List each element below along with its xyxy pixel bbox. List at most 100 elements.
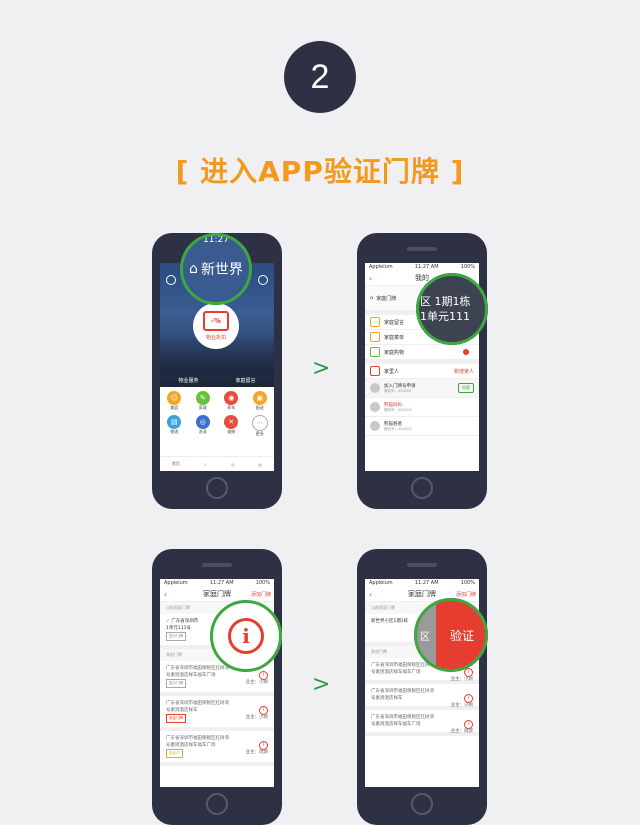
plate-tag: 显示门牌 [166, 679, 186, 688]
house-plate-label: 家庭门牌 [376, 295, 397, 302]
member-request[interactable]: 加入门牌号申请 赛验号：400003 同意 [365, 379, 479, 398]
info-icon[interactable]: i [464, 720, 473, 729]
current-address: 广东省深圳市 [171, 619, 199, 624]
avatar [370, 402, 380, 412]
back-icon[interactable]: ‹ [369, 274, 372, 283]
add-plate-button[interactable]: 添加门牌 [456, 591, 476, 598]
plate-address: 广东省深圳市福田保税区红树湾 [166, 736, 229, 741]
menu-icon [370, 332, 380, 342]
plate-address: 广东省深圳市福田保税区红树湾 [371, 663, 434, 668]
tab-profile-icon[interactable]: ▤ [258, 462, 262, 467]
tab-chef-icon[interactable]: ♨ [204, 462, 208, 467]
service-label: 洗涤 [198, 429, 207, 434]
info-icon[interactable]: i [464, 668, 473, 677]
service-label: 配送 [255, 405, 264, 410]
service-delivery[interactable]: ▣ 配送 [246, 391, 275, 411]
plate-owner: 业主：周颜 [450, 729, 474, 734]
phone-home-button [206, 477, 228, 499]
battery: 100% [255, 580, 270, 586]
plate-address: 广东省深圳市福田保税区红树湾 [371, 715, 434, 720]
member-id: 赛验号：400023 [384, 407, 412, 412]
phone-speaker [407, 563, 437, 567]
phone-speaker [407, 247, 437, 251]
service-label: 养车 [227, 405, 236, 410]
service-logistics[interactable]: ▤ 物流 [160, 415, 189, 437]
service-laundry[interactable]: ◎ 洗涤 [189, 415, 218, 437]
service-label: 维修 [227, 429, 236, 434]
repair-icon: ✕ [224, 415, 239, 429]
property-discount-button[interactable]: -% 物业折扣 [193, 303, 239, 349]
plate-address-detail: 号素则酒店样车福车广场 [166, 743, 216, 748]
member-id: 赛验号：400003 [384, 388, 412, 393]
info-icon[interactable]: i [259, 671, 268, 680]
delivery-icon: ▣ [252, 391, 267, 405]
service-car-care[interactable]: ◉ 养车 [217, 391, 246, 411]
notification-badge [463, 349, 469, 355]
next-arrow-icon: > [312, 672, 331, 697]
location-icon[interactable] [258, 275, 268, 285]
plate-address-detail: 号素则酒店样车福车广场 [371, 670, 421, 675]
carrier: Applelum [369, 264, 393, 270]
service-label: 美容 [170, 405, 179, 410]
service-label: 更多 [255, 431, 264, 436]
status-time: 11:27 AM [414, 264, 439, 270]
step-number: 2 [310, 57, 330, 96]
plate-address: 广东省深圳市福田保税区红树湾 [166, 666, 229, 671]
phone-home-button [411, 477, 433, 499]
logistics-icon: ▤ [167, 415, 182, 429]
phone-profile-screen: Applelum 11:27 AM 100% ‹ 我的 ⌂ 家庭门牌 家庭留言 家庭菜单… [357, 233, 487, 509]
plate-address-detail: 号素则酒店样车福车广场 [371, 722, 421, 727]
plate-card[interactable]: 广东省深圳市福田保税区红树湾 号素则酒店样车 业主：小刚 i [365, 684, 479, 710]
service-repair[interactable]: ✕ 维修 [217, 415, 246, 437]
property-service-link[interactable]: 物业服务 [178, 377, 198, 384]
beauty-icon: ☺ [167, 391, 182, 405]
service-more[interactable]: ⋯ 更多 [246, 415, 275, 437]
family-message-link[interactable]: 家庭留言 [235, 377, 255, 384]
info-icon[interactable]: i [259, 706, 268, 715]
phone-house-plate-list: Applelum 11:27 AM 100% ‹ 家庭门牌 添加门牌 当前家庭门牌 ✓ … [152, 549, 282, 825]
member-row[interactable]: 熊猫妈妈 赛验号：400023 [365, 398, 479, 417]
plate-tag: 验证中 [166, 749, 183, 758]
back-icon[interactable]: ‹ [164, 590, 167, 599]
check-icon: ✓ [166, 619, 170, 624]
service-grid: ☺ 美容 ✎ 家政 ◉ 养车 ▣ 配送 ▤ 物流 ◎ 洗涤 ✕ 维修 ⋯ 更多 [160, 391, 274, 437]
info-icon[interactable]: i [464, 694, 473, 703]
plate-card[interactable]: 广东省深圳市福田保税区红树湾 号素则酒店样车 验证门牌 业主：小刚 i [160, 696, 274, 731]
plate-card[interactable]: 广东省深圳市福田保税区红树湾 号素则酒店样车福车广场业主：周颜 i [365, 710, 479, 736]
message-icon [370, 317, 380, 327]
plate-owner: 业主：小刚 [245, 680, 269, 685]
user-avatar-icon[interactable] [166, 275, 176, 285]
phone-verify-plate: Applelum 11:27 AM 100% ‹ 家庭门牌 添加门牌 当前家庭门牌 新世… [357, 549, 487, 825]
member-row[interactable]: 熊猫爸爸 赛验号：400023 [365, 417, 479, 436]
status-time: 11:27 AM [209, 580, 234, 586]
home-icon: ⌂ [370, 295, 374, 301]
info-icon[interactable]: i [259, 741, 268, 750]
plate-owner: 业主：周颜 [245, 750, 269, 755]
status-time: 11:27 AM [414, 580, 439, 586]
menu-label: 家庭留言 [384, 319, 405, 326]
page-title: [ 进入APP验证门牌 ] [175, 155, 465, 188]
plate-card[interactable]: 广东省深圳市福田保税区红树湾 号素则酒店样车福车广场 验证中 业主：周颜 i [160, 731, 274, 766]
member-name: 加入门牌号申请 [384, 383, 416, 389]
plate-address: 广东省深圳市福田保税区红树湾 [166, 701, 229, 706]
service-beauty[interactable]: ☺ 美容 [160, 391, 189, 411]
service-housekeeping[interactable]: ✎ 家政 [189, 391, 218, 411]
next-arrow-icon: > [312, 356, 331, 381]
phone-speaker [202, 563, 232, 567]
nav-title: 家庭门牌 [408, 590, 436, 598]
laundry-icon: ◎ [195, 415, 210, 429]
add-plate-button[interactable]: 添加门牌 [251, 591, 271, 598]
agree-button[interactable]: 同意 [458, 383, 474, 393]
back-icon[interactable]: ‹ [369, 590, 372, 599]
plate-address-detail: 号素则酒店样车 [166, 708, 198, 713]
avatar [370, 383, 380, 393]
plate-tag: 显示门牌 [166, 632, 186, 641]
menu-family-shopping[interactable]: 家庭购物 [365, 345, 479, 360]
service-label: 家政 [198, 405, 207, 410]
menu-label: 家庭购物 [384, 349, 405, 356]
highlight-ring [210, 600, 282, 672]
tab-discover-icon[interactable]: ◎ [231, 462, 235, 467]
status-bar: Applelum 11:27 AM 100% [365, 579, 479, 587]
tab-home[interactable]: 首页 [172, 461, 180, 467]
add-member-button[interactable]: 新增家人 [454, 368, 474, 375]
